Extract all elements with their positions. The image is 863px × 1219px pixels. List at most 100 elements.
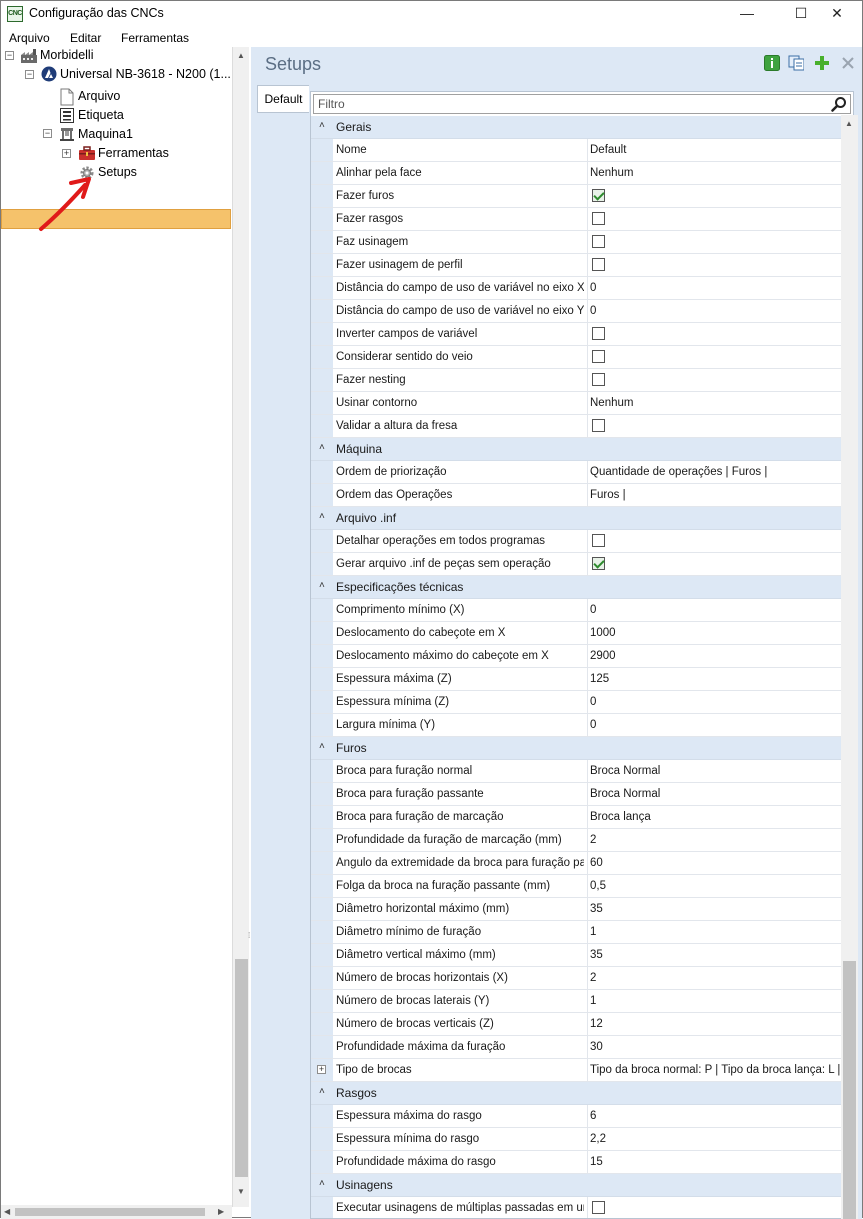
column-divider[interactable]	[587, 875, 588, 897]
column-divider[interactable]	[587, 1013, 588, 1035]
column-divider[interactable]	[587, 484, 588, 506]
property-row[interactable]: Fazer nesting	[311, 369, 843, 392]
property-row[interactable]: Folga da broca na furação passante (mm) 0…	[311, 875, 843, 898]
unchecked-checkbox[interactable]	[592, 534, 605, 547]
tree-vertical-scrollbar[interactable]: ▲ ▼	[232, 47, 249, 1207]
column-divider[interactable]	[587, 530, 588, 552]
property-value[interactable]: 1	[590, 926, 842, 938]
property-row[interactable]: Gerar arquivo .inf de peças sem operação	[311, 553, 843, 576]
column-divider[interactable]	[587, 1059, 588, 1081]
property-row[interactable]: Validar a altura da fresa	[311, 415, 843, 438]
column-divider[interactable]	[587, 369, 588, 391]
property-value[interactable]: Broca Normal	[590, 788, 842, 800]
property-row[interactable]: Número de brocas verticais (Z) 12	[311, 1013, 843, 1036]
menu-ferramentas[interactable]: Ferramentas	[121, 31, 189, 45]
property-value[interactable]: 0	[590, 604, 842, 616]
scrollbar-thumb[interactable]	[843, 961, 856, 1219]
tree-item-ferramentas[interactable]: Ferramentas	[98, 144, 169, 163]
collapse-icon[interactable]: −	[43, 129, 52, 138]
property-value[interactable]: 0	[590, 305, 842, 317]
column-divider[interactable]	[587, 415, 588, 437]
column-divider[interactable]	[587, 461, 588, 483]
property-value[interactable]: Tipo da broca normal: P | Tipo da broca …	[590, 1064, 842, 1076]
category-header[interactable]: ˄ Máquina	[311, 438, 843, 461]
chevron-up-icon[interactable]: ˄	[319, 1086, 325, 1097]
property-row[interactable]: Deslocamento do cabeçote em X 1000	[311, 622, 843, 645]
property-row[interactable]: Fazer furos	[311, 185, 843, 208]
property-row[interactable]: Espessura máxima (Z) 125	[311, 668, 843, 691]
property-value[interactable]: 1000	[590, 627, 842, 639]
property-row[interactable]: Broca para furação passante Broca Normal	[311, 783, 843, 806]
property-value[interactable]: 2,2	[590, 1133, 842, 1145]
property-value[interactable]: Quantidade de operações | Furos |	[590, 466, 842, 478]
chevron-up-icon[interactable]: ˄	[319, 1178, 325, 1189]
unchecked-checkbox[interactable]	[592, 419, 605, 432]
scroll-down-icon[interactable]: ▼	[237, 1187, 245, 1196]
property-row[interactable]: Considerar sentido do veio	[311, 346, 843, 369]
property-row[interactable]: Inverter campos de variável	[311, 323, 843, 346]
property-value[interactable]: Furos |	[590, 489, 842, 501]
property-row[interactable]: Broca para furação normal Broca Normal	[311, 760, 843, 783]
property-row[interactable]: Fazer usinagem de perfil	[311, 254, 843, 277]
property-value[interactable]: 60	[590, 857, 842, 869]
unchecked-checkbox[interactable]	[592, 258, 605, 271]
scroll-left-icon[interactable]: ◀	[4, 1207, 10, 1216]
property-row[interactable]: Detalhar operações em todos programas	[311, 530, 843, 553]
delete-icon[interactable]	[840, 55, 856, 71]
property-row[interactable]: Usinar contorno Nenhum	[311, 392, 843, 415]
property-row[interactable]: Espessura máxima do rasgo 6	[311, 1105, 843, 1128]
property-value[interactable]: 2900	[590, 650, 842, 662]
column-divider[interactable]	[587, 1197, 588, 1218]
tree-item-arquivo[interactable]: Arquivo	[78, 87, 120, 106]
chevron-up-icon[interactable]: ˄	[319, 442, 325, 453]
column-divider[interactable]	[587, 162, 588, 184]
property-value[interactable]: Nenhum	[590, 167, 842, 179]
scrollbar-thumb[interactable]	[235, 959, 248, 1177]
property-row[interactable]: Largura mínima (Y) 0	[311, 714, 843, 737]
column-divider[interactable]	[587, 1105, 588, 1127]
tab-default[interactable]: Default	[257, 85, 309, 113]
property-row[interactable]: Faz usinagem	[311, 231, 843, 254]
property-row[interactable]: Ângulo da extremidade da broca para fura…	[311, 852, 843, 875]
category-header[interactable]: ˄ Gerais	[311, 116, 843, 139]
grid-vertical-scrollbar[interactable]: ▲	[841, 115, 858, 1219]
property-row[interactable]: Profundidade máxima do rasgo 15	[311, 1151, 843, 1174]
property-value[interactable]: 2	[590, 834, 842, 846]
column-divider[interactable]	[587, 691, 588, 713]
unchecked-checkbox[interactable]	[592, 235, 605, 248]
column-divider[interactable]	[587, 944, 588, 966]
unchecked-checkbox[interactable]	[592, 350, 605, 363]
scrollbar-thumb[interactable]	[15, 1208, 205, 1216]
property-row[interactable]: Ordem de priorização Quantidade de operaç…	[311, 461, 843, 484]
property-row[interactable]: + Tipo de brocas Tipo da broca normal: P |…	[311, 1059, 843, 1082]
column-divider[interactable]	[587, 300, 588, 322]
column-divider[interactable]	[587, 185, 588, 207]
property-row[interactable]: Deslocamento máximo do cabeçote em X 2900	[311, 645, 843, 668]
column-divider[interactable]	[587, 829, 588, 851]
property-row[interactable]: Espessura mínima (Z) 0	[311, 691, 843, 714]
property-row[interactable]: Comprimento mínimo (X) 0	[311, 599, 843, 622]
property-value[interactable]: Broca Normal	[590, 765, 842, 777]
property-row[interactable]: Espessura mínima do rasgo 2,2	[311, 1128, 843, 1151]
unchecked-checkbox[interactable]	[592, 212, 605, 225]
column-divider[interactable]	[587, 1036, 588, 1058]
minimize-button[interactable]: —	[724, 1, 770, 27]
property-row[interactable]: Ordem das Operações Furos |	[311, 484, 843, 507]
column-divider[interactable]	[587, 783, 588, 805]
tree-item-setups[interactable]: Setups	[98, 163, 137, 182]
info-icon[interactable]	[764, 55, 780, 71]
property-row[interactable]: Número de brocas horizontais (X) 2	[311, 967, 843, 990]
menu-arquivo[interactable]: Arquivo	[9, 31, 50, 45]
property-value[interactable]: Broca lança	[590, 811, 842, 823]
property-value[interactable]: 2	[590, 972, 842, 984]
category-header[interactable]: ˄ Especificações técnicas	[311, 576, 843, 599]
column-divider[interactable]	[587, 967, 588, 989]
collapse-icon[interactable]: −	[5, 51, 14, 60]
checked-checkbox[interactable]	[592, 557, 605, 570]
property-row[interactable]: Nome Default	[311, 139, 843, 162]
property-value[interactable]: 35	[590, 949, 842, 961]
copy-icon[interactable]	[788, 55, 804, 71]
column-divider[interactable]	[587, 1151, 588, 1173]
column-divider[interactable]	[587, 760, 588, 782]
property-row[interactable]: Broca para furação de marcação Broca lanç…	[311, 806, 843, 829]
